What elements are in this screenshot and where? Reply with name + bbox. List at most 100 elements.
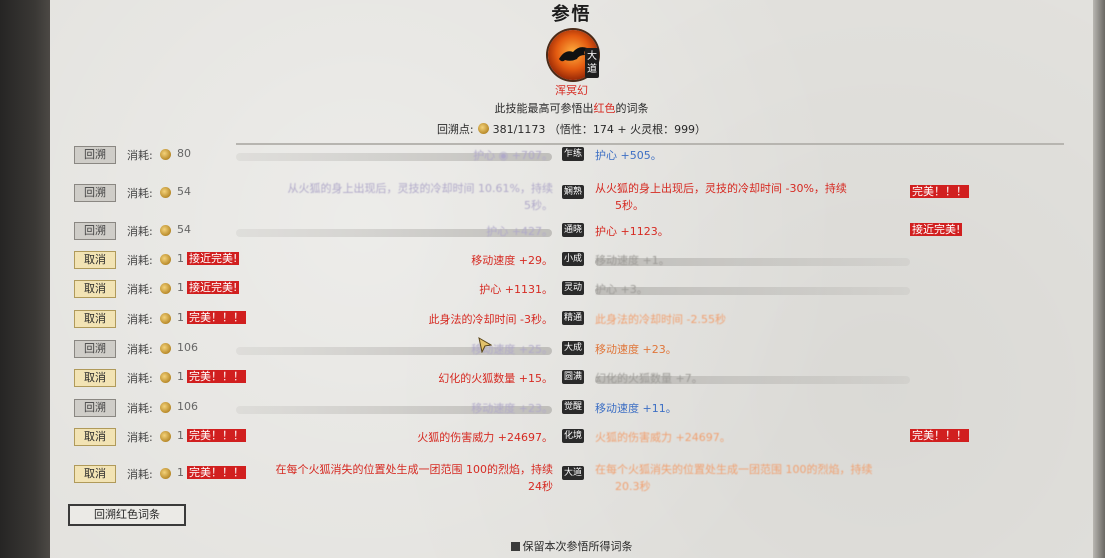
new-affix-text: 幻化的火狐数量 +7。 bbox=[595, 372, 703, 385]
cost-label: 消耗: bbox=[127, 283, 153, 296]
old-affix-text: 护心 +427。 bbox=[486, 225, 553, 238]
old-affix-text: 从火狐的身上出现后，灵技的冷却时间 10.61%，持续 bbox=[287, 182, 553, 195]
quality-tag: 接近完美! bbox=[187, 281, 240, 294]
cost-label: 消耗: bbox=[127, 225, 153, 238]
hint-suffix: 的词条 bbox=[615, 102, 649, 115]
cursor-icon bbox=[478, 337, 492, 353]
cancel-button[interactable]: 取消 bbox=[74, 251, 116, 269]
cost-label: 消耗: bbox=[127, 468, 153, 481]
cost-label: 消耗: bbox=[127, 149, 153, 162]
affix-row: 回溯 消耗: 54 护心 +427。 通晓 护心 +1123。 接近完美! bbox=[50, 222, 1093, 240]
cost-value: 80 bbox=[177, 147, 191, 160]
affix-row: 回溯 消耗: 54 从火狐的身上出现后，灵技的冷却时间 10.61%，持续 5秒。 娴熟从… bbox=[50, 178, 1093, 212]
cost-value: 1 bbox=[177, 311, 184, 324]
cost-value: 106 bbox=[177, 341, 198, 354]
new-affix-text: 此身法的冷却时间 -2.55秒 bbox=[595, 313, 726, 326]
cancel-button[interactable]: 取消 bbox=[74, 310, 116, 328]
old-affix-text-line2: 24秒 bbox=[528, 480, 553, 493]
coin-icon bbox=[160, 372, 171, 383]
cost-value: 106 bbox=[177, 400, 198, 413]
rewind-points: 回溯点: 381/1173 （悟性：174 + 火灵根：999） bbox=[50, 121, 1093, 137]
coin-icon bbox=[160, 313, 171, 324]
old-affix-text: 护心 +1131。 bbox=[479, 283, 553, 296]
old-affix-text: 幻化的火狐数量 +15。 bbox=[438, 372, 553, 385]
new-affix-text-line2: 5秒。 bbox=[615, 199, 644, 212]
new-affix-text: 火狐的伤害威力 +24697。 bbox=[595, 431, 731, 444]
quality-tag: 接近完美! bbox=[910, 223, 963, 236]
new-affix-text: 护心 +1123。 bbox=[595, 225, 669, 238]
affix-row: 取消 消耗: 1 接近完美! 移动速度 +29。 小成 移动速度 +1。 bbox=[50, 251, 1093, 269]
new-affix-text: 在每个火狐消失的位置处生成一团范围 100的烈焰，持续 bbox=[595, 463, 873, 476]
affix-row: 取消 消耗: 1 完美！！！ 此身法的冷却时间 -3秒。 精通 此身法的冷却时间 -2.55… bbox=[50, 310, 1093, 328]
cost-value: 1 bbox=[177, 252, 184, 265]
affix-row: 取消 消耗: 1 接近完美! 护心 +1131。 灵动 护心 +3。 bbox=[50, 280, 1093, 298]
quality-tag: 完美！！！ bbox=[910, 185, 969, 198]
tier-badge: 化境 bbox=[562, 429, 584, 443]
new-affix-text: 护心 +3。 bbox=[595, 283, 648, 296]
cost-label: 消耗: bbox=[127, 187, 153, 200]
affix-row: 回溯 消耗: 80 护心 ◉ +707。 乍练 护心 +505。 bbox=[50, 146, 1093, 164]
rewind-button[interactable]: 回溯 bbox=[74, 340, 116, 358]
new-affix-text: 移动速度 +23。 bbox=[595, 343, 677, 356]
coin-icon bbox=[160, 431, 171, 442]
rewind-button[interactable]: 回溯 bbox=[74, 222, 116, 240]
coin-icon bbox=[160, 225, 171, 236]
rewind-button[interactable]: 回溯 bbox=[74, 146, 116, 164]
tier-badge: 圆满 bbox=[562, 370, 584, 384]
old-affix-text: 移动速度 +29。 bbox=[471, 254, 553, 267]
tier-badge: 精通 bbox=[562, 311, 584, 325]
cost-value: 1 bbox=[177, 429, 184, 442]
cancel-button[interactable]: 取消 bbox=[74, 369, 116, 387]
new-affix-text: 移动速度 +11。 bbox=[595, 402, 677, 415]
cost-value: 1 bbox=[177, 370, 184, 383]
cost-label: 消耗: bbox=[127, 313, 153, 326]
coin-icon bbox=[160, 468, 171, 479]
skill-rank-badge: 大道 bbox=[585, 48, 599, 78]
quality-tag: 完美！！！ bbox=[187, 466, 246, 479]
rewind-button[interactable]: 回溯 bbox=[74, 399, 116, 417]
right-frame bbox=[1093, 0, 1105, 558]
quality-tag: 完美！！！ bbox=[910, 429, 969, 442]
old-affix-text: 护心 ◉ +707。 bbox=[473, 149, 553, 162]
affix-row: 取消 消耗: 1 完美！！！ 幻化的火狐数量 +15。 圆满 幻化的火狐数量 +7。 bbox=[50, 369, 1093, 387]
cost-value: 1 bbox=[177, 466, 184, 479]
affix-row: 回溯 消耗: 106 移动速度 +23。 觉醒 移动速度 +11。 bbox=[50, 399, 1093, 417]
quality-tag: 完美！！！ bbox=[187, 370, 246, 383]
cost-label: 消耗: bbox=[127, 343, 153, 356]
cost-label: 消耗: bbox=[127, 372, 153, 385]
left-frame bbox=[0, 0, 50, 558]
coin-icon bbox=[160, 254, 171, 265]
old-affix-text: 火狐的伤害威力 +24697。 bbox=[417, 431, 553, 444]
old-affix-text: 在每个火狐消失的位置处生成一团范围 100的烈焰，持续 bbox=[275, 463, 554, 476]
cost-label: 消耗: bbox=[127, 254, 153, 267]
hint-prefix: 此技能最高可参悟出 bbox=[494, 102, 594, 115]
new-affix-text: 移动速度 +1。 bbox=[595, 254, 670, 267]
cancel-button[interactable]: 取消 bbox=[74, 465, 116, 483]
hint-highlight: 红色 bbox=[593, 102, 616, 115]
tier-badge: 小成 bbox=[562, 252, 584, 266]
cost-value: 54 bbox=[177, 223, 191, 236]
old-affix-text-line2: 5秒。 bbox=[524, 199, 553, 212]
cancel-button[interactable]: 取消 bbox=[74, 280, 116, 298]
affix-row: 回溯 消耗: 106 移动速度 +25。 大成 移动速度 +23。 bbox=[50, 340, 1093, 358]
cancel-button[interactable]: 取消 bbox=[74, 428, 116, 446]
tier-badge: 觉醒 bbox=[562, 400, 584, 414]
old-affix-text: 此身法的冷却时间 -3秒。 bbox=[428, 313, 553, 326]
points-detail: （悟性：174 + 火灵根：999） bbox=[548, 123, 707, 136]
points-value: 381/1173 bbox=[492, 123, 546, 136]
quality-tag: 接近完美! bbox=[187, 252, 240, 265]
tier-badge: 通晓 bbox=[562, 223, 584, 237]
quality-tag: 完美！！！ bbox=[187, 429, 246, 442]
quality-tag: 完美！！！ bbox=[187, 311, 246, 324]
skill-hint: 此技能最高可参悟出红色的词条 bbox=[50, 100, 1093, 116]
keep-affixes-option[interactable]: 保留本次参悟所得词条 bbox=[50, 538, 1093, 554]
checkbox-icon[interactable] bbox=[510, 542, 520, 551]
page-title: 参悟 bbox=[551, 4, 592, 25]
divider bbox=[236, 143, 1064, 145]
tier-badge: 娴熟 bbox=[562, 185, 584, 199]
rewind-red-affixes-button[interactable]: 回溯红色词条 bbox=[68, 504, 186, 526]
coin-icon bbox=[477, 123, 489, 134]
rewind-button[interactable]: 回溯 bbox=[74, 184, 116, 202]
tier-badge: 乍练 bbox=[562, 147, 584, 161]
coin-icon bbox=[160, 402, 171, 413]
